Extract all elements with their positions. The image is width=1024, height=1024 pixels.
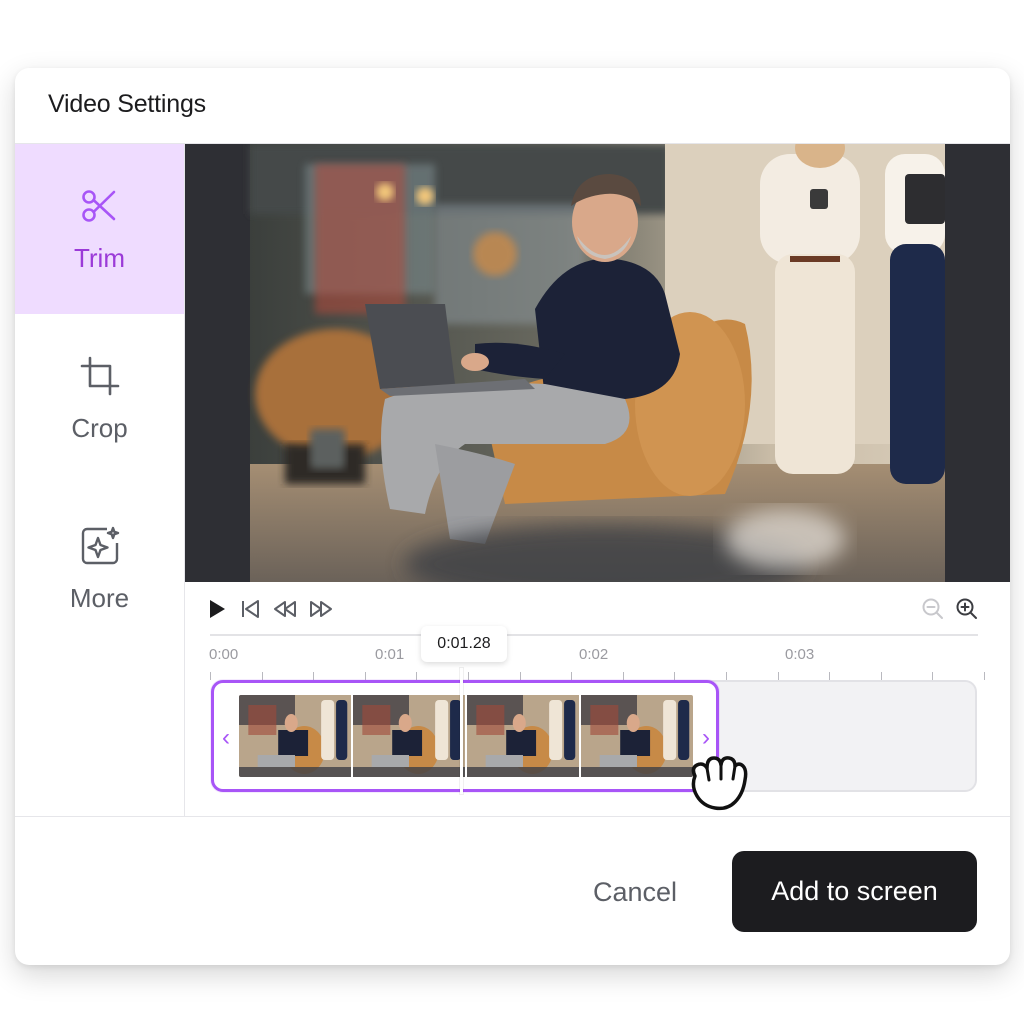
sidebar-item-label: More (69, 582, 130, 613)
zoom-out-icon[interactable] (921, 597, 945, 621)
video-frame (185, 144, 1010, 582)
ruler-tick (726, 672, 727, 680)
sidebar-item-crop[interactable]: Crop (15, 314, 184, 484)
video-preview (185, 144, 1010, 582)
fast-forward-icon[interactable] (309, 597, 333, 621)
sparkle-icon (81, 526, 119, 564)
clip-thumbnail (353, 695, 465, 777)
ruler-tick (880, 672, 882, 680)
clip-thumbnail (581, 695, 693, 777)
sidebar-item-more[interactable]: More (15, 484, 184, 654)
zoom-in-icon[interactable] (955, 597, 979, 621)
playback-controls (185, 582, 1010, 636)
crop-icon (80, 356, 119, 395)
skip-to-start-icon[interactable] (239, 597, 263, 621)
ruler-tick (829, 672, 831, 680)
ruler-tick (519, 672, 521, 680)
ruler-tick (261, 672, 263, 680)
footer-divider (15, 816, 1010, 817)
trim-selection[interactable]: ‹ › (211, 680, 719, 792)
ruler-tick (313, 672, 315, 680)
sidebar-item-trim[interactable]: Trim (15, 144, 184, 314)
settings-sidebar: Trim Crop More (15, 144, 184, 816)
dialog-title: Video Settings (48, 90, 206, 118)
ruler-tick (984, 672, 985, 680)
ruler-tick (932, 672, 934, 680)
ruler-label: 0:00 (209, 646, 239, 663)
ruler-tick (210, 672, 211, 680)
ruler-tick (364, 672, 366, 680)
playhead[interactable] (460, 668, 463, 794)
rewind-icon[interactable] (273, 597, 297, 621)
ruler-tick (571, 672, 573, 680)
ruler-tick (777, 672, 779, 680)
ruler-tick (468, 672, 469, 680)
clip-thumbnails (239, 695, 693, 777)
ruler-label: 0:03 (785, 646, 815, 663)
play-icon[interactable] (205, 597, 229, 621)
trim-handle-right[interactable]: › (696, 725, 716, 751)
current-time-badge: 0:01.28 (421, 626, 507, 662)
ruler-tick (416, 672, 418, 680)
trim-handle-left[interactable]: ‹ (216, 725, 236, 751)
clip-thumbnail (239, 695, 351, 777)
add-to-screen-button[interactable]: Add to screen (732, 851, 977, 932)
grab-cursor-icon (691, 756, 748, 811)
sidebar-item-label: Crop (71, 412, 128, 443)
sidebar-item-label: Trim (73, 242, 125, 273)
scissors-icon (81, 189, 115, 222)
ruler-tick (674, 672, 676, 680)
ruler-label: 0:02 (579, 646, 609, 663)
ruler-label: 0:01 (375, 646, 405, 663)
ruler-tick (622, 672, 624, 680)
clip-thumbnail (467, 695, 579, 777)
timeline-ruler (210, 634, 978, 636)
video-settings-dialog: Video Settings Trim Crop More 0:00 0:01 … (15, 68, 1010, 965)
cancel-button[interactable]: Cancel (581, 868, 689, 916)
